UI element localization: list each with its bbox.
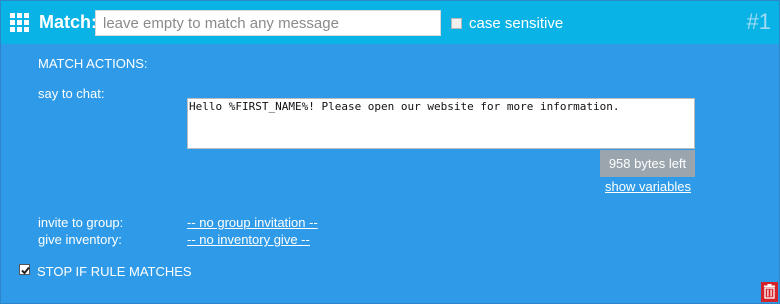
match-input[interactable] bbox=[95, 10, 441, 36]
grid-menu-icon[interactable] bbox=[10, 13, 30, 33]
trash-icon bbox=[764, 284, 775, 299]
say-to-chat-textarea[interactable]: Hello %FIRST_NAME%! Please open our webs… bbox=[187, 98, 695, 149]
rule-panel: Match: case sensitive #1 MATCH ACTIONS: … bbox=[0, 0, 780, 304]
show-variables-link[interactable]: show variables bbox=[605, 179, 691, 194]
stop-if-matches-label: STOP IF RULE MATCHES bbox=[37, 264, 192, 279]
case-sensitive-label: case sensitive bbox=[469, 15, 564, 32]
rule-number: #1 bbox=[746, 9, 771, 34]
invite-to-group-label: invite to group: bbox=[38, 215, 124, 230]
give-inventory-label: give inventory: bbox=[38, 232, 122, 247]
bytes-left-badge: 958 bytes left bbox=[600, 150, 695, 177]
case-sensitive-checkbox[interactable] bbox=[451, 18, 462, 29]
group-invitation-select[interactable]: -- no group invitation -- bbox=[187, 215, 318, 230]
match-label: Match: bbox=[39, 12, 97, 32]
bytes-left-text: 958 bytes left bbox=[608, 156, 687, 171]
delete-rule-button[interactable] bbox=[761, 282, 778, 302]
say-to-chat-label: say to chat: bbox=[38, 86, 105, 101]
rule-header: Match: case sensitive #1 bbox=[1, 1, 779, 44]
stop-if-matches-checkbox[interactable] bbox=[19, 264, 30, 275]
inventory-give-select[interactable]: -- no inventory give -- bbox=[187, 232, 310, 247]
match-actions-title: MATCH ACTIONS: bbox=[38, 56, 148, 71]
checkmark-icon bbox=[21, 266, 30, 275]
